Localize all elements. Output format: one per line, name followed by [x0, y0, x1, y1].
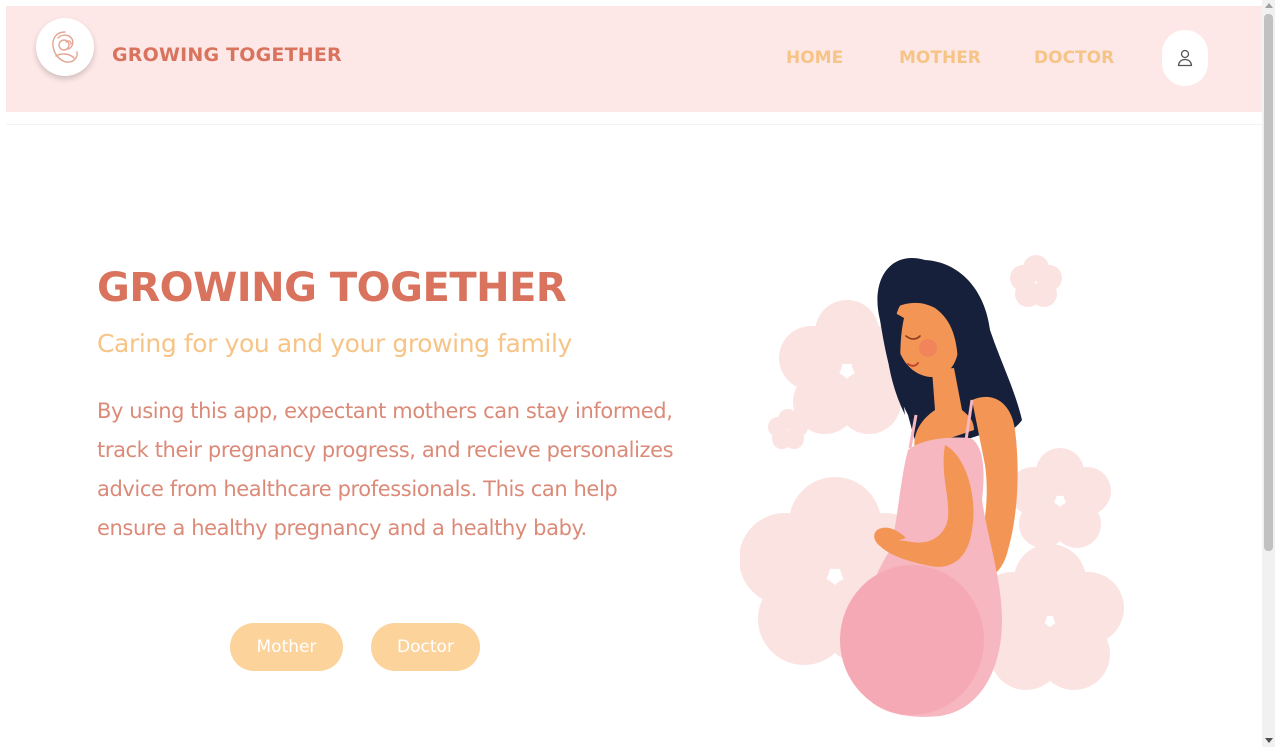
user-profile-button[interactable]	[1162, 30, 1208, 86]
nav-home[interactable]: HOME	[786, 48, 843, 68]
scrollbar-thumb[interactable]	[1264, 14, 1273, 551]
flower-decoration	[1009, 448, 1111, 548]
logo[interactable]	[36, 18, 94, 76]
nav-doctor[interactable]: DOCTOR	[1034, 48, 1114, 68]
scroll-up-icon[interactable]	[1265, 3, 1273, 8]
flower-decoration	[1010, 255, 1062, 307]
nav-mother[interactable]: MOTHER	[899, 48, 981, 68]
scroll-down-icon[interactable]	[1265, 738, 1273, 743]
hero-title: GROWING TOGETHER	[97, 265, 567, 311]
brand-name[interactable]: GROWING TOGETHER	[112, 44, 342, 66]
header-divider	[6, 124, 1262, 125]
navbar: GROWING TOGETHER HOME MOTHER DOCTOR	[6, 6, 1262, 112]
mother-button[interactable]: Mother	[230, 623, 343, 671]
doctor-button[interactable]: Doctor	[371, 623, 480, 671]
vertical-scrollbar[interactable]	[1262, 0, 1275, 747]
hero-description: By using this app, expectant mothers can…	[97, 399, 674, 540]
mother-baby-logo-icon	[52, 31, 78, 63]
pregnant-woman-illustration	[739, 240, 1140, 720]
page: GROWING TOGETHER HOME MOTHER DOCTOR GROW…	[0, 0, 1275, 747]
user-icon	[1177, 49, 1193, 67]
hero-subtitle: Caring for you and your growing family	[97, 329, 572, 358]
